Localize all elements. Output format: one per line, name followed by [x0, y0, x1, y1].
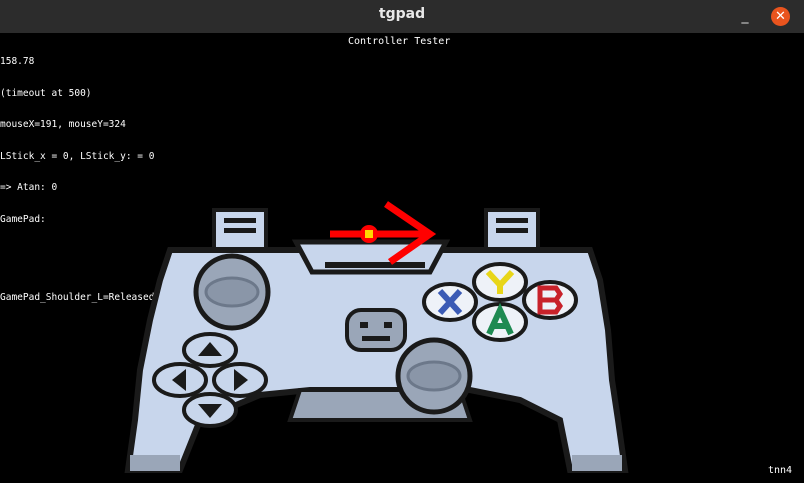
face-button-a[interactable] — [472, 302, 528, 342]
window-title: tgpad — [378, 6, 426, 22]
face-button-x[interactable] — [422, 282, 478, 322]
controller-graphic — [124, 201, 629, 473]
game-canvas[interactable]: 158.78 (timeout at 500) mouseX=191, mous… — [0, 33, 804, 483]
close-button[interactable]: ✕ — [771, 7, 790, 26]
minimize-button[interactable]: _ — [736, 8, 754, 26]
app-window: tgpad _ ✕ 158.78 (timeout at 500) mouseX… — [0, 0, 804, 483]
face-button-b[interactable] — [522, 280, 578, 320]
left-stick[interactable] — [193, 253, 271, 331]
right-shoulder-button[interactable] — [484, 208, 540, 252]
title-bar: tgpad _ ✕ — [0, 0, 804, 33]
corner-label: tnn4 — [768, 465, 793, 476]
left-shoulder-button[interactable] — [212, 208, 268, 252]
home-button[interactable] — [345, 308, 407, 352]
right-stick[interactable] — [395, 337, 473, 415]
face-button-y[interactable] — [472, 262, 528, 302]
